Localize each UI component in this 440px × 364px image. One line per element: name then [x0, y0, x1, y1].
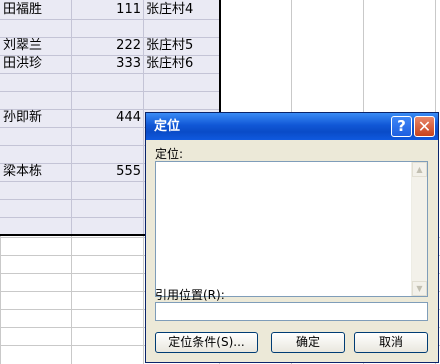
row-divider	[0, 19, 219, 20]
dialog-titlebar[interactable]: 定位 ? ✕	[146, 113, 438, 140]
question-icon: ?	[397, 117, 406, 135]
scroll-up-icon[interactable]: ▲	[412, 162, 427, 177]
goto-listbox[interactable]: ▲ ▼	[155, 161, 428, 297]
cell-name[interactable]: 田洪珍	[3, 55, 42, 73]
reference-input[interactable]	[155, 302, 428, 321]
help-button[interactable]: ?	[391, 116, 412, 137]
cell-address[interactable]: 张庄村4	[146, 1, 193, 19]
cell-name[interactable]: 田福胜	[3, 1, 42, 19]
cell-number[interactable]: 222	[71, 37, 141, 55]
row-divider	[0, 73, 219, 74]
listbox-scrollbar[interactable]: ▲ ▼	[411, 162, 427, 296]
cell-address[interactable]: 张庄村6	[146, 55, 193, 73]
cell-number[interactable]: 111	[71, 1, 141, 19]
ok-button[interactable]: 确定	[271, 332, 345, 353]
goto-label: 定位:	[155, 147, 184, 161]
row-divider	[0, 91, 219, 92]
close-icon: ✕	[417, 117, 432, 136]
goto-dialog: 定位 ? ✕ 定位: ▲ ▼ 引用位置(R): 定位条件(S)... 确定 取消	[145, 112, 439, 363]
reference-label: 引用位置(R):	[155, 288, 225, 302]
cell-number[interactable]: 555	[71, 163, 141, 181]
cell-number[interactable]: 444	[71, 109, 141, 127]
scroll-down-icon[interactable]: ▼	[412, 281, 427, 296]
dialog-title: 定位	[154, 119, 181, 134]
cancel-button[interactable]: 取消	[354, 332, 428, 353]
special-button[interactable]: 定位条件(S)...	[155, 332, 258, 353]
cell-name[interactable]: 刘翠兰	[3, 37, 42, 55]
cell-number[interactable]: 333	[71, 55, 141, 73]
cell-address[interactable]: 张庄村5	[146, 37, 193, 55]
cell-name[interactable]: 梁本栋	[3, 163, 42, 181]
close-button[interactable]: ✕	[414, 116, 435, 137]
cell-name[interactable]: 孙即新	[3, 109, 42, 127]
